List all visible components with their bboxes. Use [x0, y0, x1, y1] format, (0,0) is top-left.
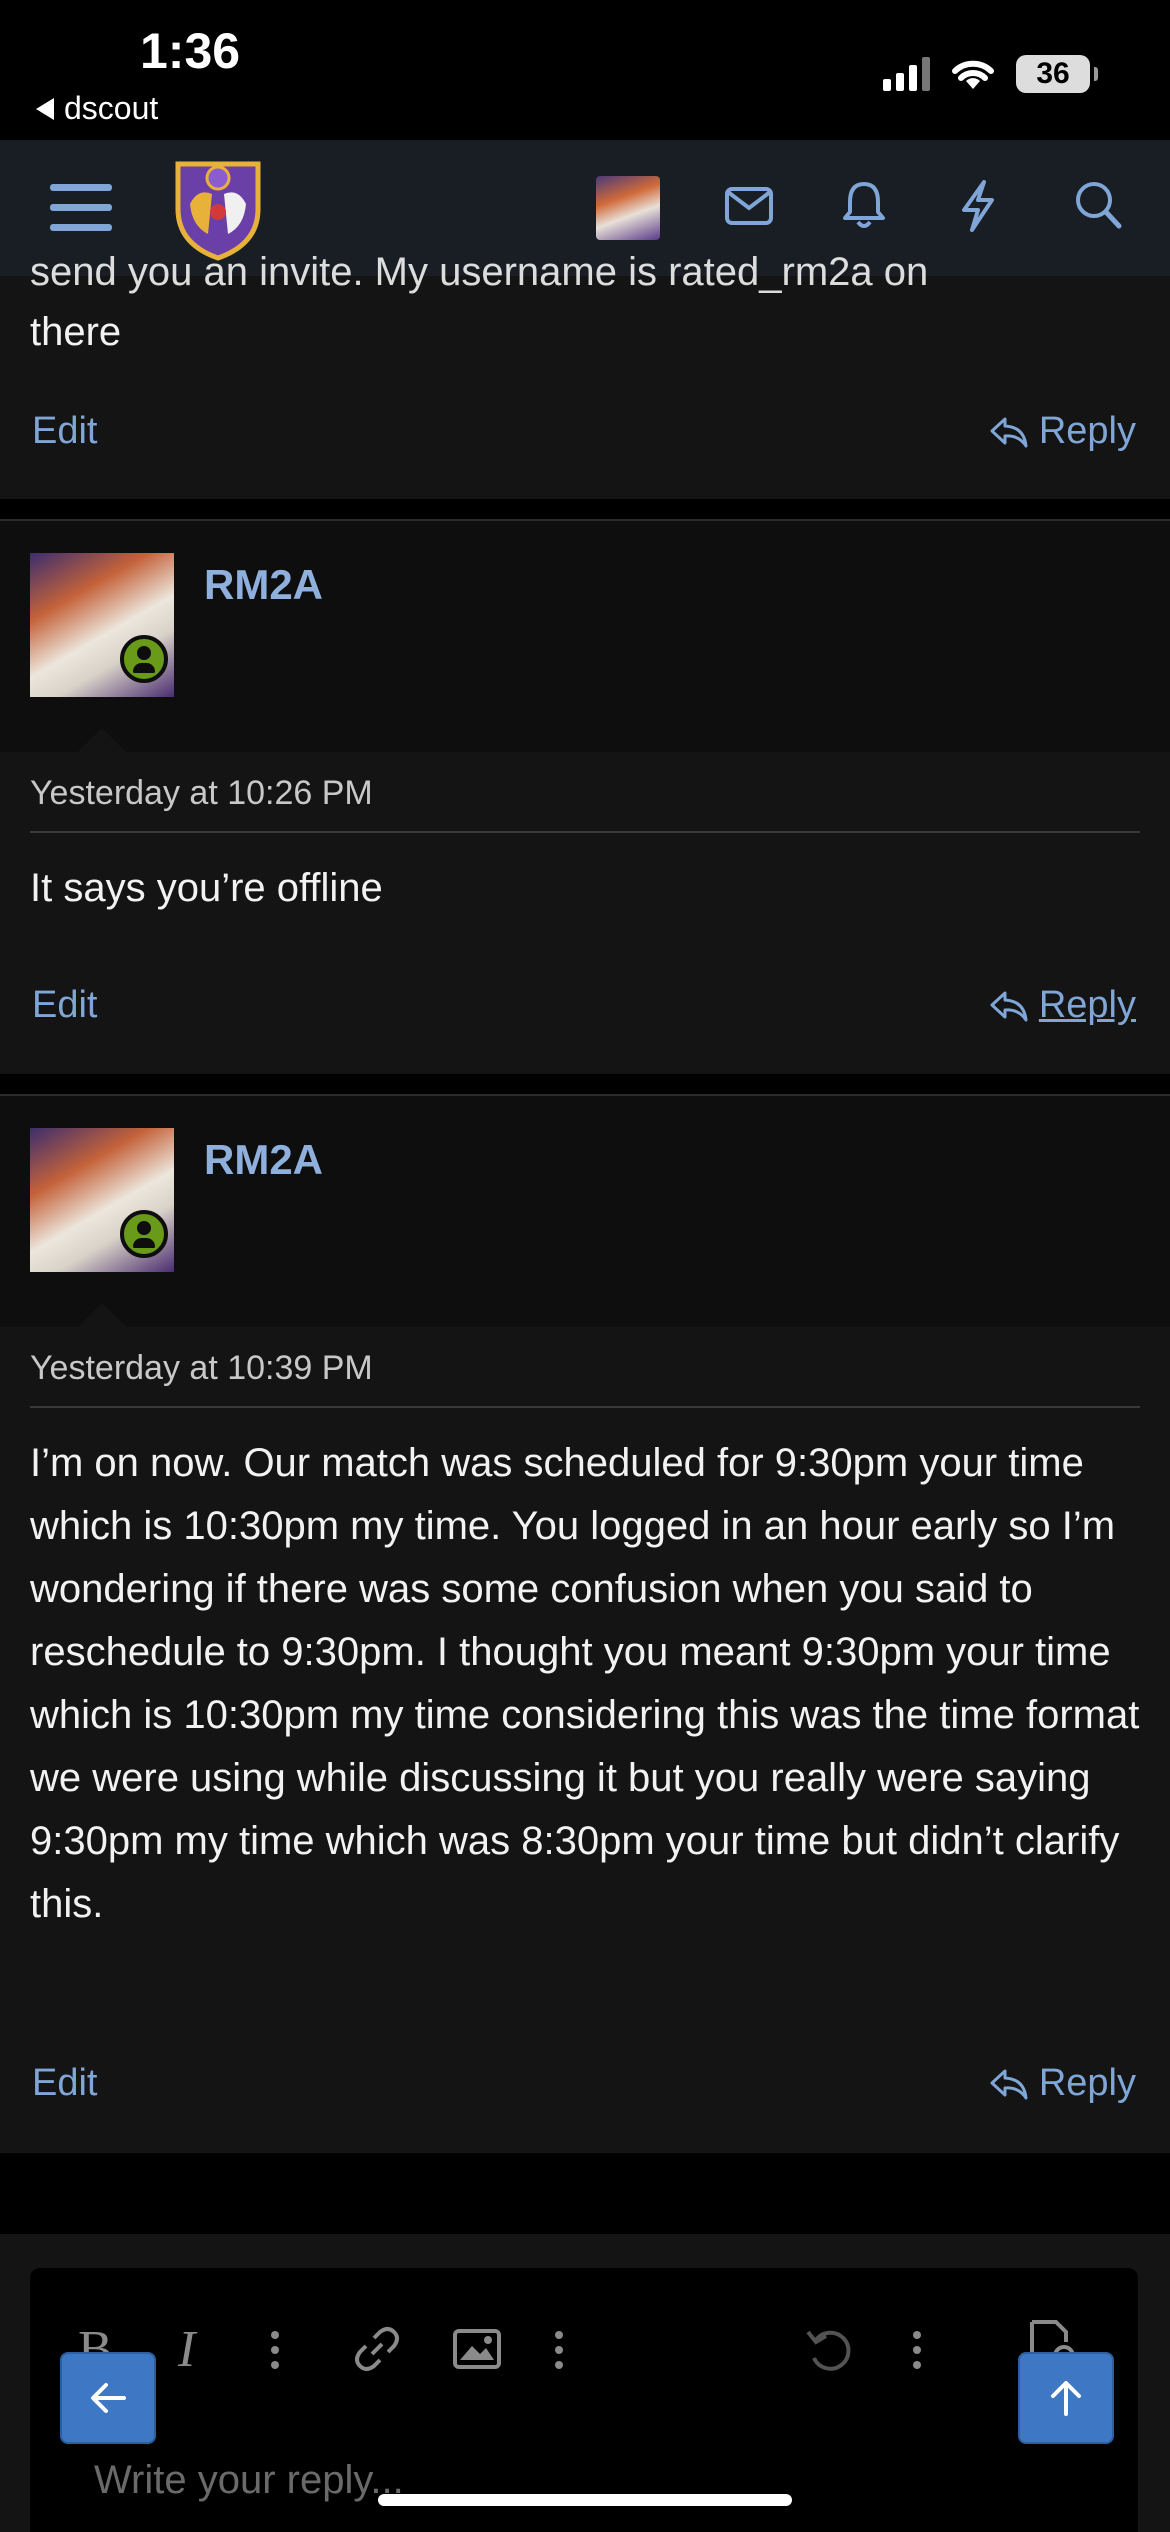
post-body: I’m on now. Our match was scheduled for …	[30, 1441, 1140, 1926]
mail-icon[interactable]	[724, 186, 774, 226]
divider	[30, 831, 1140, 833]
post-body-clipped: send you an invite. My username is rated…	[30, 250, 929, 294]
system-icons: 36	[883, 55, 1098, 93]
reply-icon	[990, 2069, 1028, 2099]
home-indicator[interactable]	[378, 2494, 792, 2506]
edit-link[interactable]: Edit	[32, 2062, 97, 2105]
image-icon[interactable]	[452, 2328, 502, 2370]
back-app-label: dscout	[64, 90, 159, 126]
bell-icon[interactable]	[842, 180, 886, 230]
editor-box: B I Write your reply...	[30, 2268, 1138, 2532]
more-options-icon[interactable]	[554, 2330, 564, 2370]
link-icon[interactable]	[352, 2324, 402, 2374]
edit-link[interactable]: Edit	[32, 410, 97, 453]
reply-icon	[990, 417, 1028, 447]
divider	[30, 1406, 1140, 1408]
arrow-up-icon	[1051, 2381, 1081, 2416]
battery-icon: 36	[1016, 55, 1098, 93]
back-to-app-button[interactable]: dscout	[36, 90, 158, 127]
username-link[interactable]: RM2A	[204, 561, 323, 609]
post-date[interactable]: Yesterday at 10:26 PM	[30, 774, 373, 813]
menu-icon[interactable]	[48, 180, 114, 236]
reply-link[interactable]: Reply	[989, 984, 1136, 1027]
post: RM2A Yesterday at 10:26 PM It says you’r…	[0, 521, 1170, 1074]
previous-post: send you an invite. My username is rated…	[0, 250, 1170, 499]
post-user-bar: RM2A	[0, 1096, 1170, 1327]
post-separator	[0, 1074, 1170, 1096]
more-options-icon[interactable]	[270, 2330, 280, 2370]
online-status-icon	[120, 1210, 168, 1258]
post-body: there	[30, 310, 122, 354]
scroll-to-top-button[interactable]	[1018, 2352, 1114, 2444]
undo-icon[interactable]	[804, 2326, 854, 2374]
reply-label: Reply	[1038, 410, 1136, 452]
search-icon[interactable]	[1074, 180, 1122, 230]
reply-icon	[990, 991, 1028, 1021]
post: RM2A Yesterday at 10:39 PM I’m on now. O…	[0, 1096, 1170, 2153]
reply-input[interactable]: Write your reply...	[94, 2458, 404, 2503]
reply-link[interactable]: Reply	[989, 2062, 1136, 2105]
clock: 1:36	[140, 23, 241, 79]
user-avatar[interactable]	[596, 176, 660, 240]
back-button[interactable]	[60, 2352, 156, 2444]
edit-link[interactable]: Edit	[32, 984, 97, 1027]
reply-link[interactable]: Reply	[989, 410, 1136, 453]
post-body: It says you’re offline	[30, 866, 383, 910]
user-bar-pointer	[78, 728, 126, 752]
user-bar-pointer	[78, 1303, 126, 1327]
lightning-icon[interactable]	[958, 180, 998, 232]
post-date[interactable]: Yesterday at 10:39 PM	[30, 1349, 373, 1388]
italic-button[interactable]: I	[178, 2320, 195, 2379]
post-separator	[0, 499, 1170, 521]
status-bar: 1:36 dscout 36	[0, 0, 1170, 140]
reply-label: Reply	[1038, 984, 1136, 1026]
online-status-icon	[120, 635, 168, 683]
more-options-icon[interactable]	[912, 2330, 922, 2370]
reply-label: Reply	[1038, 2062, 1136, 2104]
arrow-left-icon	[91, 2383, 126, 2413]
post-user-bar: RM2A	[0, 521, 1170, 752]
back-triangle-icon	[36, 97, 54, 120]
site-logo[interactable]	[168, 154, 268, 262]
wifi-icon	[952, 60, 994, 89]
reply-editor: B I Write your reply...	[0, 2234, 1170, 2532]
username-link[interactable]: RM2A	[204, 1136, 323, 1184]
signal-icon	[883, 57, 930, 91]
